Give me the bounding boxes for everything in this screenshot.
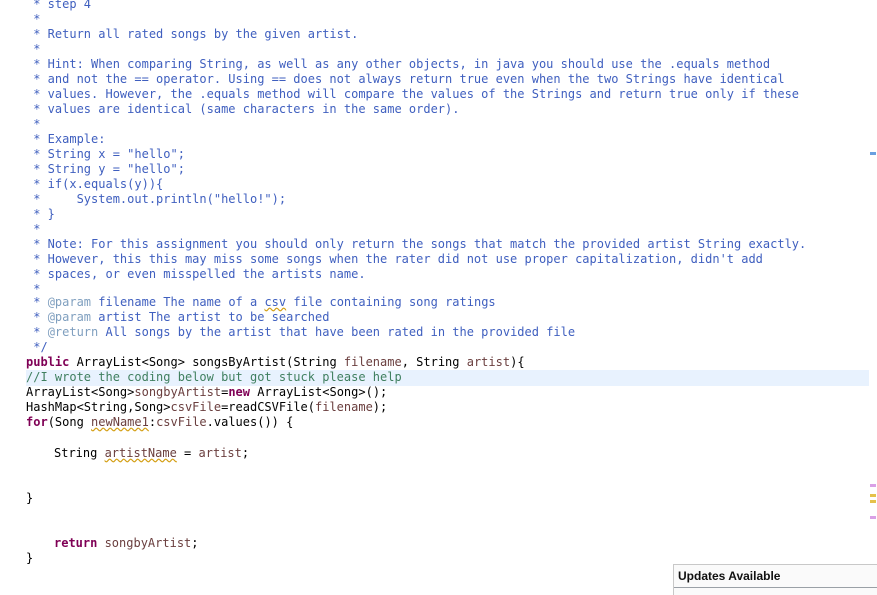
javadoc-line: * and not the == operator. Using == does… — [26, 72, 785, 87]
javadoc-end: */ — [26, 340, 48, 355]
javadoc-line: * — [26, 117, 40, 132]
javadoc-line: * String x = "hello"; — [26, 147, 185, 162]
javadoc-param-artist: * @param artist The artist to be searche… — [26, 310, 329, 325]
overview-ruler-mark[interactable] — [870, 500, 876, 503]
close-brace-for: } — [26, 491, 33, 506]
javadoc-line: * Example: — [26, 132, 105, 147]
code-line-arraylist: ArrayList<Song>songbyArtist=new ArrayLis… — [26, 385, 387, 400]
code-line-return: return songbyArtist; — [54, 536, 199, 551]
javadoc-line: * Note: For this assignment you should o… — [26, 237, 806, 252]
overview-ruler-mark[interactable] — [870, 484, 876, 487]
javadoc-line: * — [26, 222, 40, 237]
overview-ruler-mark[interactable] — [870, 152, 876, 155]
javadoc-line: * — [26, 12, 40, 27]
javadoc-line: * String y = "hello"; — [26, 162, 185, 177]
code-line-for: for(Song newName1:csvFile.values()) { — [26, 415, 293, 430]
user-comment-line: //I wrote the coding below but got stuck… — [26, 370, 402, 385]
overview-ruler-mark[interactable] — [870, 516, 876, 519]
javadoc-line: * However, this this may miss some songs… — [26, 252, 763, 267]
close-brace-method: } — [26, 551, 33, 566]
javadoc-line: * if(x.equals(y)){ — [26, 177, 163, 192]
notification-title: Updates Available — [678, 569, 780, 583]
javadoc-line: * System.out.println("hello!"); — [26, 192, 286, 207]
javadoc-line: * — [26, 42, 40, 57]
javadoc-return: * @return All songs by the artist that h… — [26, 325, 575, 340]
javadoc-line: * } — [26, 207, 55, 222]
javadoc-line: * spaces, or even misspelled the artists… — [26, 267, 366, 282]
notification-divider — [674, 587, 877, 588]
javadoc-line: * Hint: When comparing String, as well a… — [26, 57, 770, 72]
method-signature: public ArrayList<Song> songsByArtist(Str… — [26, 355, 525, 370]
javadoc-line: * values are identical (same characters … — [26, 102, 459, 117]
javadoc-line: * Return all rated songs by the given ar… — [26, 27, 358, 42]
code-editor[interactable]: * step 4 * * Return all rated songs by t… — [0, 0, 877, 594]
overview-ruler-mark[interactable] — [870, 494, 876, 497]
javadoc-param-filename: * @param filename The name of a csv file… — [26, 295, 496, 310]
javadoc-line: * values. However, the .equals method wi… — [26, 87, 799, 102]
javadoc-line: * step 4 — [26, 0, 91, 12]
code-line-artistname: String artistName = artist; — [54, 446, 249, 461]
updates-available-notification[interactable]: Updates Available — [673, 564, 877, 595]
code-line-hashmap: HashMap<String,Song>csvFile=readCSVFile(… — [26, 400, 387, 415]
